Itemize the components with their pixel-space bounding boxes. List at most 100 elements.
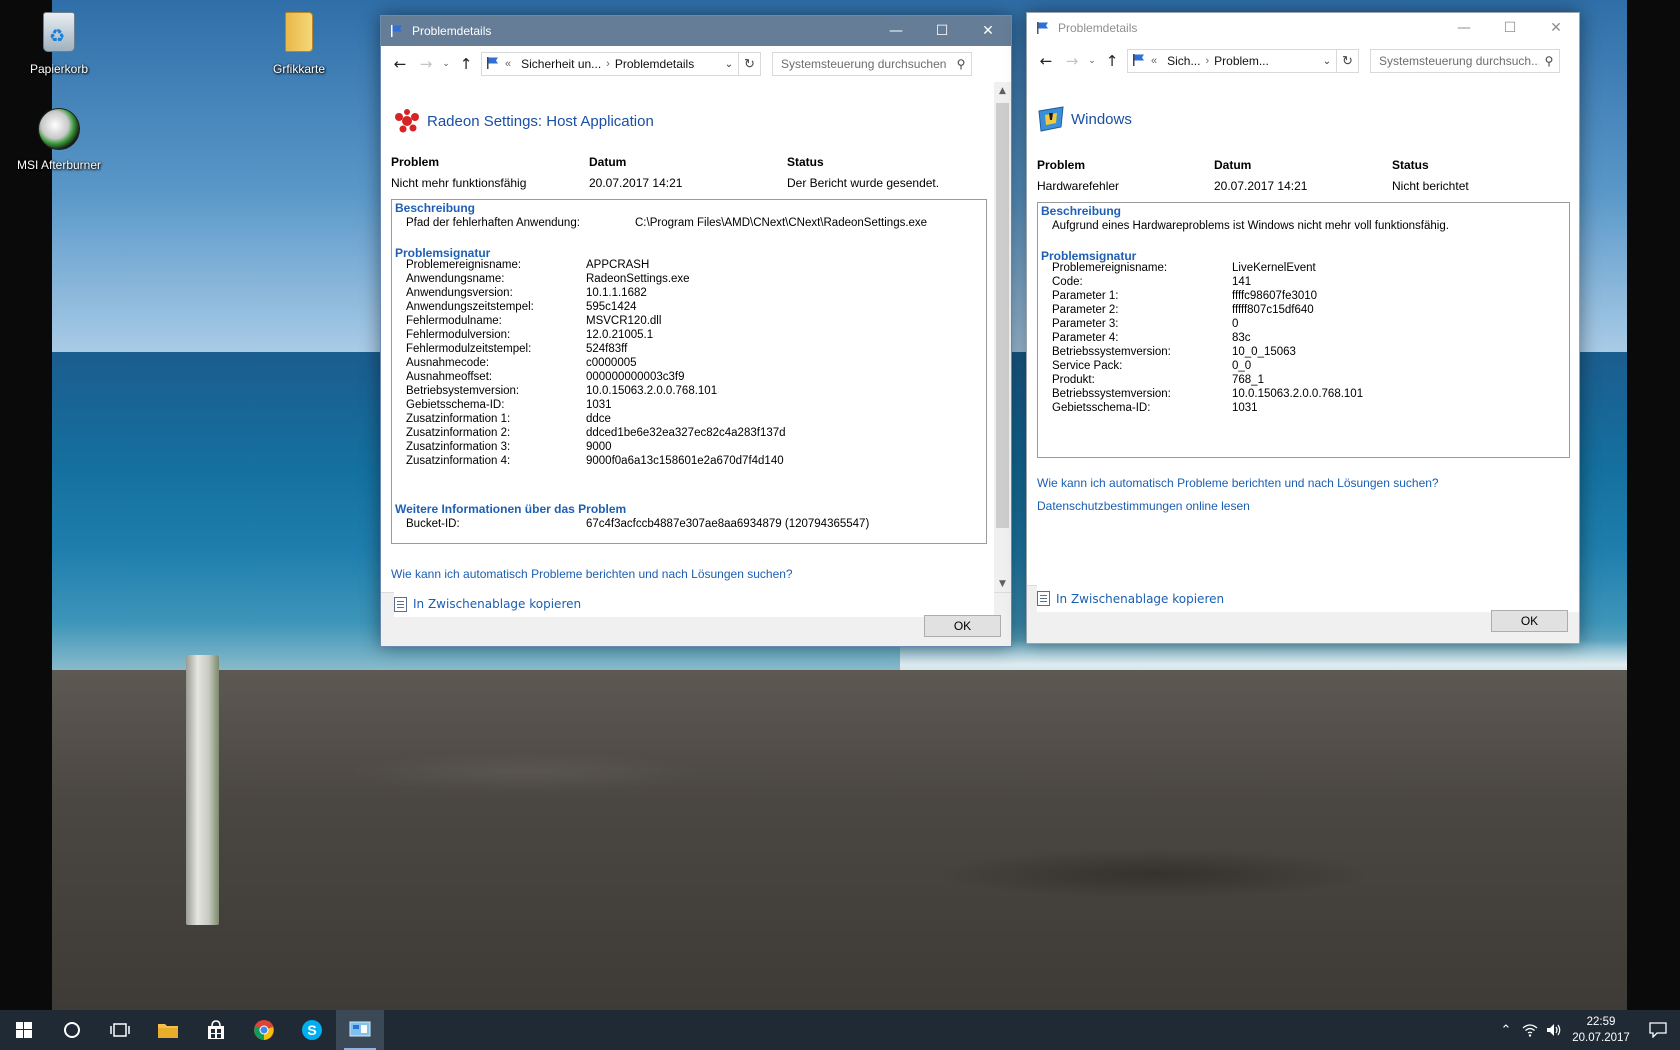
copy-label[interactable]: In Zwischenablage kopieren [1056, 592, 1224, 606]
signature-row: Service Pack: 0_0 [1052, 359, 1251, 374]
maximize-button[interactable]: ☐ [919, 16, 965, 46]
system-clock[interactable]: 22:59 20.07.2017 [1566, 1014, 1636, 1046]
breadcrumb-overflow[interactable]: « [505, 58, 511, 70]
control-panel-button[interactable] [336, 1010, 384, 1050]
search-icon[interactable]: ⚲ [951, 57, 971, 71]
signature-row: Zusatzinformation 1: ddce [406, 412, 611, 427]
cortana-button[interactable] [48, 1010, 96, 1050]
signature-row: Zusatzinformation 3: 9000 [406, 440, 612, 455]
wallpaper-sand [52, 670, 1627, 1010]
forward-arrow-icon[interactable]: → [413, 52, 439, 76]
address-bar[interactable]: « Sicherheit un... › Problemdetails ⌄ ↻ [481, 52, 761, 76]
summary-header-row: Problem Datum Status [391, 155, 824, 169]
wifi-icon[interactable] [1518, 1010, 1542, 1050]
address-dropdown-icon[interactable]: ⌄ [720, 59, 738, 70]
signature-row: Ausnahmeoffset: 000000000003c3f9 [406, 370, 685, 385]
address-flag-icon [486, 56, 500, 73]
copy-to-clipboard[interactable]: In Zwischenablage kopieren [1037, 585, 1579, 612]
summary-value-row: Nicht mehr funktionsfähig 20.07.2017 14:… [391, 176, 939, 190]
desktop-icon-msi-afterburner[interactable]: MSI Afterburner [4, 106, 114, 172]
up-arrow-icon[interactable]: ↑ [1099, 49, 1125, 73]
signature-row: Parameter 2: fffff807c15df640 [1052, 303, 1314, 318]
privacy-link[interactable]: Datenschutzbestimmungen online lesen [1037, 499, 1250, 513]
signature-value: ddce [586, 413, 611, 425]
signature-key: Anwendungszeitstempel: [406, 301, 534, 313]
problem-details-window-windows[interactable]: Problemdetails — ☐ ✕ ← → ⌄ ↑ « Sich... ›… [1026, 12, 1580, 644]
titlebar[interactable]: Problemdetails — ☐ ✕ [1027, 13, 1579, 43]
minimize-button[interactable]: — [873, 16, 919, 46]
details-box[interactable]: Beschreibung Pfad der fehlerhaften Anwen… [391, 199, 987, 544]
file-explorer-button[interactable] [144, 1010, 192, 1050]
path-row: Pfad der fehlerhaften Anwendung: C:\Prog… [406, 216, 927, 231]
action-center-icon[interactable] [1636, 1010, 1680, 1050]
search-box[interactable]: Systemsteuerung durchsuch... ⚲ [1370, 49, 1560, 73]
recent-locations-chevron-icon[interactable]: ⌄ [1085, 56, 1099, 66]
copy-label[interactable]: In Zwischenablage kopieren [413, 597, 581, 611]
back-arrow-icon[interactable]: ← [1033, 49, 1059, 73]
signature-value: 141 [1232, 276, 1252, 288]
signature-value: fffff807c15df640 [1232, 304, 1314, 316]
recent-locations-chevron-icon[interactable]: ⌄ [439, 59, 453, 69]
signature-key: Fehlermodulversion: [406, 329, 511, 341]
search-icon[interactable]: ⚲ [1539, 54, 1559, 68]
ok-button[interactable]: OK [924, 615, 1001, 637]
close-button[interactable]: ✕ [965, 16, 1011, 46]
search-box[interactable]: Systemsteuerung durchsuchen ⚲ [772, 52, 972, 76]
desktop-icon-recycle-bin[interactable]: Papierkorb [4, 8, 114, 76]
chrome-button[interactable] [240, 1010, 288, 1050]
search-placeholder: Systemsteuerung durchsuchen [781, 57, 947, 71]
ok-button[interactable]: OK [1491, 610, 1568, 632]
scroll-thumb[interactable] [996, 103, 1009, 528]
signature-value: 9000 [586, 441, 612, 453]
signature-key: Service Pack: [1052, 360, 1123, 372]
minimize-button[interactable]: — [1441, 13, 1487, 43]
address-bar[interactable]: « Sich... › Problem... ⌄ ↻ [1127, 49, 1359, 73]
breadcrumb-current[interactable]: Problem... [1214, 54, 1269, 68]
signature-value: ddced1be6e32ea327ec82c4a283f137d [586, 427, 786, 439]
volume-icon[interactable] [1542, 1010, 1566, 1050]
description-value: Aufgrund eines Hardwareproblems ist Wind… [1052, 220, 1449, 232]
back-arrow-icon[interactable]: ← [387, 52, 413, 76]
breadcrumb-overflow[interactable]: « [1151, 55, 1157, 67]
forward-arrow-icon[interactable]: → [1059, 49, 1085, 73]
radeon-logo-icon [393, 107, 421, 135]
scroll-up-arrow-icon[interactable]: ▲ [994, 82, 1011, 99]
signature-key: Zusatzinformation 1: [406, 413, 511, 425]
skype-button[interactable]: S [288, 1010, 336, 1050]
refresh-icon[interactable]: ↻ [1336, 50, 1358, 72]
copy-to-clipboard[interactable]: In Zwischenablage kopieren [394, 591, 994, 617]
vertical-scrollbar[interactable]: ▲ ▼ [994, 82, 1011, 592]
desktop-icon-label: Grfikkarte [272, 62, 325, 76]
signature-row: Anwendungszeitstempel: 595c1424 [406, 300, 637, 315]
refresh-icon[interactable]: ↻ [738, 53, 760, 75]
up-arrow-icon[interactable]: ↑ [453, 52, 479, 76]
solutions-link[interactable]: Wie kann ich automatisch Probleme berich… [1037, 476, 1439, 490]
breadcrumb-parent[interactable]: Sich... [1167, 54, 1200, 68]
taskbar: S ⌃ 22:59 20.07.2017 [0, 1010, 1680, 1050]
signature-value: APPCRASH [586, 259, 650, 271]
cortana-icon [64, 1022, 80, 1038]
scroll-down-arrow-icon[interactable]: ▼ [994, 575, 1011, 592]
signature-key: Parameter 4: [1052, 332, 1119, 344]
address-flag-icon [1132, 53, 1146, 70]
column-header-status: Status [787, 155, 824, 169]
titlebar[interactable]: Problemdetails — ☐ ✕ [381, 16, 1011, 46]
signature-row: Zusatzinformation 4: 9000f0a6a13c158601e2… [406, 454, 784, 469]
breadcrumb-current[interactable]: Problemdetails [615, 57, 694, 71]
breadcrumb-parent[interactable]: Sicherheit un... [521, 57, 601, 71]
signature-row: Problemereignisname: APPCRASH [406, 258, 649, 273]
store-button[interactable] [192, 1010, 240, 1050]
signature-key: Anwendungsversion: [406, 287, 513, 299]
maximize-button[interactable]: ☐ [1487, 13, 1533, 43]
desktop-icon-grafikkarte[interactable]: Grfikkarte [244, 8, 354, 76]
address-dropdown-icon[interactable]: ⌄ [1318, 56, 1336, 67]
start-button[interactable] [0, 1010, 48, 1050]
start-icon [16, 1022, 32, 1038]
details-box[interactable]: Beschreibung Aufgrund eines Hardwareprob… [1037, 202, 1570, 458]
show-hidden-icons-chevron-icon[interactable]: ⌃ [1494, 1010, 1518, 1050]
breadcrumb-separator-icon: › [1205, 55, 1210, 67]
task-view-button[interactable] [96, 1010, 144, 1050]
close-button[interactable]: ✕ [1533, 13, 1579, 43]
problem-details-window-radeon[interactable]: Problemdetails — ☐ ✕ ← → ⌄ ↑ « Sicherhei… [380, 15, 1012, 647]
solutions-link[interactable]: Wie kann ich automatisch Probleme berich… [391, 567, 793, 581]
